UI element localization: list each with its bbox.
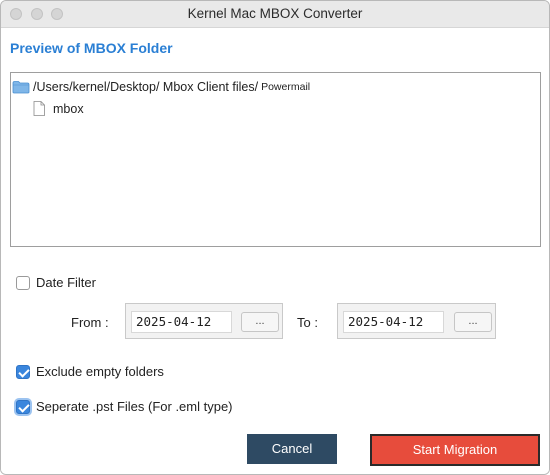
to-label: To : xyxy=(297,315,318,330)
tree-root-path: /Users/kernel/Desktop/ Mbox Client files… xyxy=(33,80,259,94)
exclude-empty-checkbox[interactable] xyxy=(16,364,30,379)
preview-heading: Preview of MBOX Folder xyxy=(10,40,173,56)
tree-child-item[interactable]: mbox xyxy=(33,101,84,116)
start-migration-button[interactable]: Start Migration xyxy=(370,434,540,466)
tree-root-item[interactable]: /Users/kernel/Desktop/ Mbox Client files… xyxy=(12,80,310,94)
file-icon xyxy=(33,101,45,116)
window-title: Kernel Mac MBOX Converter xyxy=(187,6,363,21)
to-date-group: 2025-04-12 ... xyxy=(337,303,496,339)
date-filter-label: Date Filter xyxy=(36,275,96,290)
main-content: Preview of MBOX Folder /Users/kernel/Des… xyxy=(1,28,549,474)
cancel-button[interactable]: Cancel xyxy=(247,434,337,464)
exclude-empty-option[interactable]: Exclude empty folders xyxy=(16,364,164,379)
separate-pst-option[interactable]: Seperate .pst Files (For .eml type) xyxy=(16,399,233,414)
separate-pst-checkbox[interactable] xyxy=(16,399,30,414)
date-filter-option[interactable]: Date Filter xyxy=(16,275,96,290)
folder-icon xyxy=(12,81,30,94)
folder-tree[interactable]: /Users/kernel/Desktop/ Mbox Client files… xyxy=(10,72,541,247)
tree-child-label: mbox xyxy=(53,101,84,116)
from-date-picker-button[interactable]: ... xyxy=(241,312,279,332)
from-date-group: 2025-04-12 ... xyxy=(125,303,283,339)
app-window: Kernel Mac MBOX Converter Preview of MBO… xyxy=(0,0,550,475)
tree-root-path-tail: Powermail xyxy=(261,81,311,93)
exclude-empty-label: Exclude empty folders xyxy=(36,364,164,379)
to-date-picker-button[interactable]: ... xyxy=(454,312,492,332)
date-filter-checkbox[interactable] xyxy=(16,275,30,290)
from-label: From : xyxy=(71,315,109,330)
from-date-input[interactable]: 2025-04-12 xyxy=(131,311,232,333)
separate-pst-label: Seperate .pst Files (For .eml type) xyxy=(36,399,233,414)
to-date-input[interactable]: 2025-04-12 xyxy=(343,311,444,333)
title-bar: Kernel Mac MBOX Converter xyxy=(1,1,549,28)
